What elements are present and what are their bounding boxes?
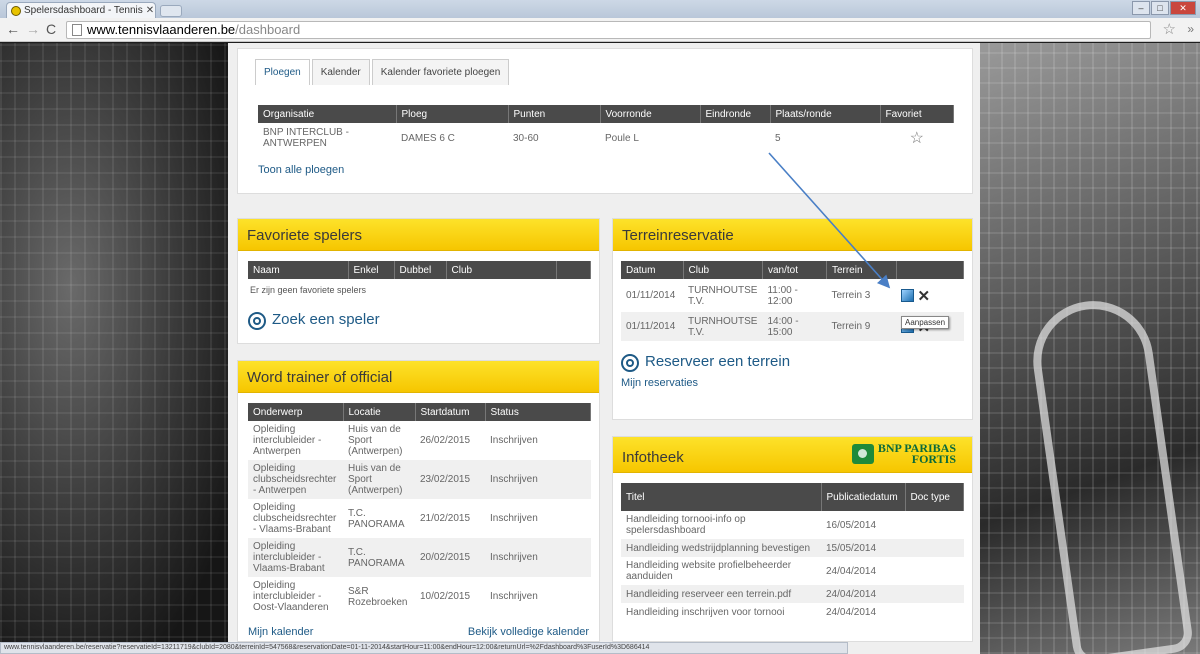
status-bar-url: www.tennisvlaanderen.be/reservatie?reser… (0, 642, 848, 654)
annotation-arrow (768, 152, 891, 289)
